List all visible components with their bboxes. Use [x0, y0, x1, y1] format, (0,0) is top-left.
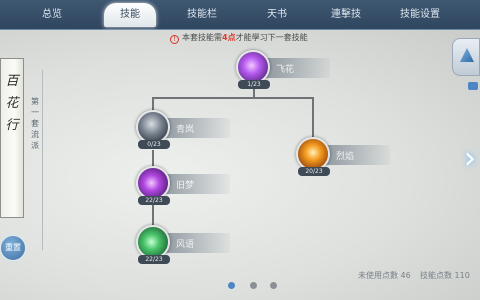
skill-level: 20/23 — [298, 167, 330, 176]
skill-name: 旧梦 — [176, 181, 195, 191]
dream-skill-icon — [136, 166, 170, 200]
skill-points-label: 技能点数 110 — [420, 271, 470, 280]
skill-name: 飞花 — [276, 65, 295, 75]
tab-skill-settings[interactable]: 技能设置 — [390, 3, 450, 27]
tree-connector — [152, 97, 314, 99]
tree-connector — [312, 97, 314, 137]
wind-skill-icon — [136, 110, 170, 144]
divider — [42, 70, 43, 250]
page-dot-1[interactable] — [228, 282, 235, 289]
leaf-skill-icon — [136, 225, 170, 259]
skill-level: 0/23 — [138, 140, 170, 149]
page-dot-2[interactable] — [250, 282, 257, 289]
skill-name: 烈焰 — [336, 152, 355, 162]
fire-skill-icon — [296, 137, 330, 171]
skill-requirement-notice: ! 本套技能需4点才能學习下一套技能 — [170, 32, 308, 44]
skill-level: 1/23 — [238, 80, 270, 89]
tab-combo[interactable]: 連擊技 — [318, 3, 374, 27]
mountain-icon — [460, 48, 474, 62]
top-tab-bar: 总览 技能 技能栏 天书 連擊技 技能设置 — [0, 0, 480, 30]
notice-suffix: 才能學习下一套技能 — [235, 33, 308, 42]
flower-skill-icon — [236, 50, 270, 84]
tab-skills[interactable]: 技能 — [104, 3, 156, 27]
school-switch-tab[interactable] — [452, 38, 480, 76]
school-scroll[interactable]: 百花行 — [0, 58, 24, 218]
tree-connector — [152, 97, 154, 111]
tab-overview[interactable]: 总览 — [22, 3, 82, 27]
warning-icon: ! — [170, 35, 179, 44]
tree-connector — [152, 205, 154, 227]
skill-name: 风语 — [176, 240, 195, 250]
notice-prefix: 本套技能需 — [182, 33, 222, 42]
unused-points-label: 未使用点數 46 — [358, 271, 411, 280]
notice-points: 4点 — [222, 33, 236, 42]
reset-button[interactable]: 重置 — [0, 235, 26, 261]
tab-tianshu[interactable]: 天书 — [252, 3, 302, 27]
bookmark-icon[interactable] — [468, 82, 478, 90]
skill-name: 青岚 — [176, 125, 195, 135]
school-label: 第一套流派 — [31, 97, 39, 150]
page-dot-3[interactable] — [270, 282, 277, 289]
skill-level: 22/23 — [138, 255, 170, 264]
tab-skill-bar[interactable]: 技能栏 — [172, 3, 232, 27]
skill-level: 22/23 — [138, 196, 170, 205]
next-page-arrow-icon[interactable]: › — [460, 142, 480, 176]
